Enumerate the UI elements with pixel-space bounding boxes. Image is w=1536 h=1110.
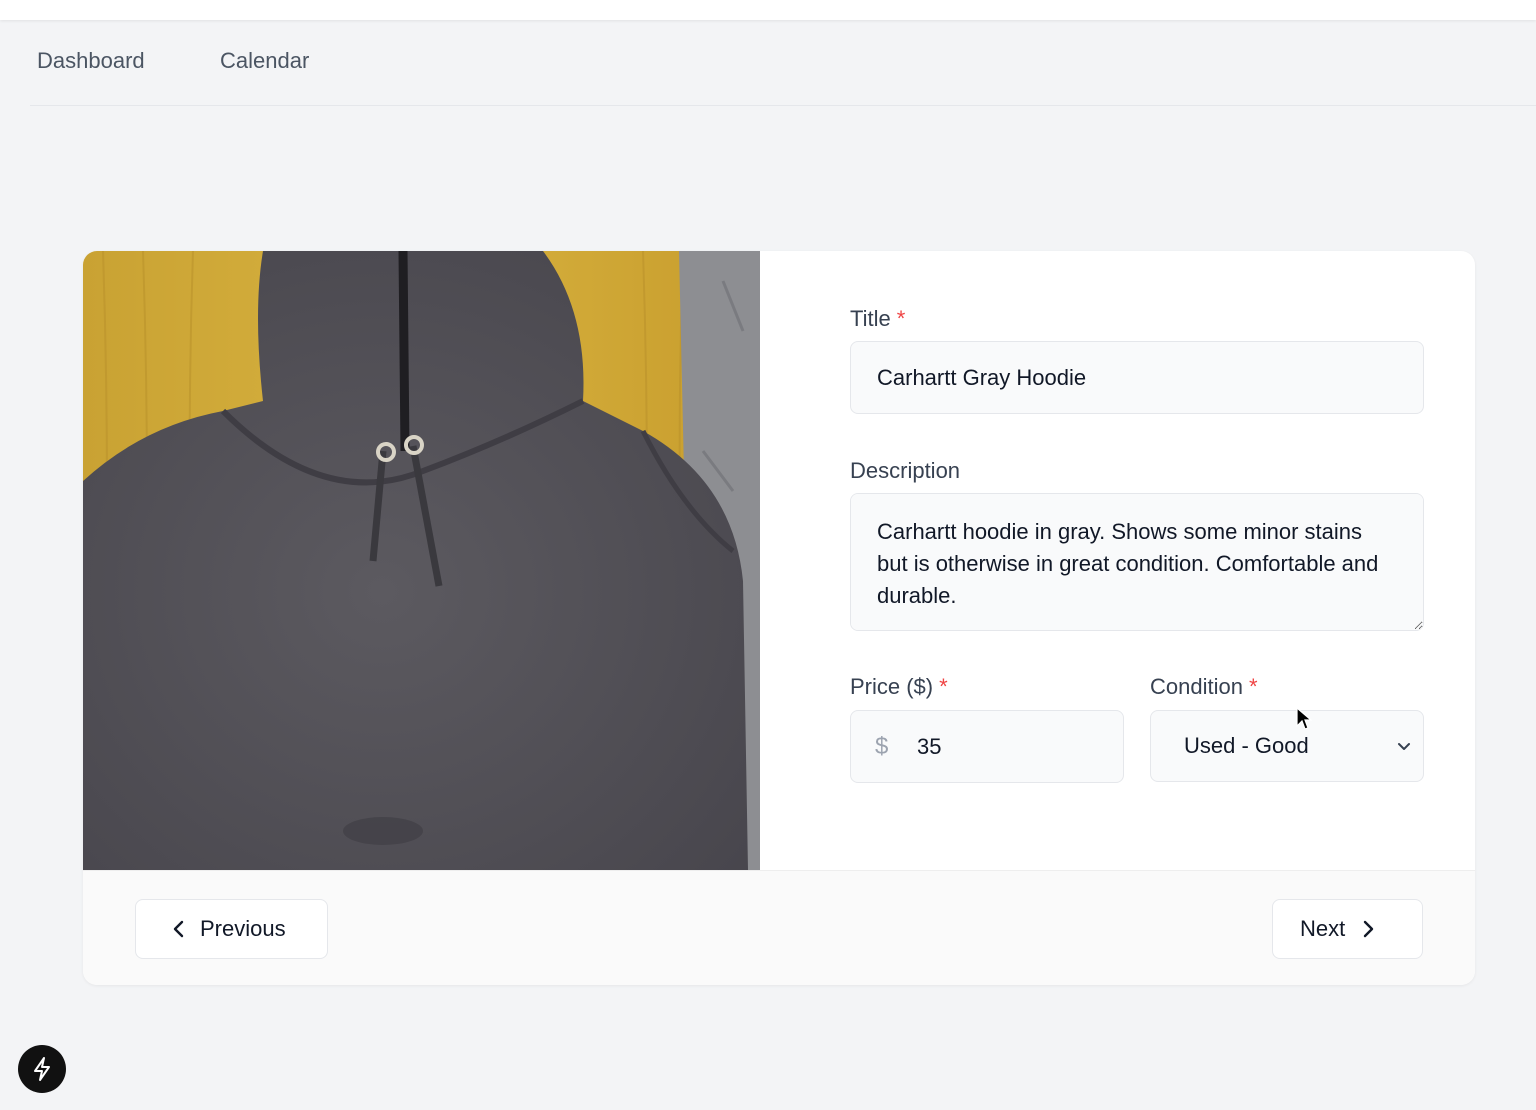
mouse-cursor-icon [1296,707,1312,730]
price-label: Price ($) * [850,674,948,699]
next-label: Next [1300,916,1346,941]
dollar-icon: $ [875,733,889,760]
description-textarea[interactable]: Carhartt hoodie in gray. Shows some mino… [850,493,1424,631]
previous-label: Previous [200,916,286,941]
listing-card: Title* Description Carhartt hoodie in gr… [83,251,1475,985]
nav-calendar[interactable]: Calendar [220,48,309,74]
listing-form: Title* Description Carhartt hoodie in gr… [760,251,1475,870]
lightning-bolt-icon [34,1057,50,1081]
nav-dashboard[interactable]: Dashboard [37,48,145,74]
assistant-button[interactable] [18,1045,66,1093]
condition-value: Used - Good [1184,733,1309,758]
title-label: Title * [850,306,906,331]
chevron-down-icon [1398,743,1410,750]
title-input[interactable] [850,341,1424,414]
description-label: Description [850,458,961,483]
price-input[interactable] [917,711,1117,782]
chevron-right-icon [1364,920,1374,938]
condition-label: Condition * [1150,674,1258,699]
top-nav: Dashboard Calendar [30,20,1536,106]
price-field: $ [850,710,1124,783]
top-bar [0,0,1536,20]
required-marker: * [1248,674,1258,699]
previous-button[interactable]: Previous [135,899,328,959]
next-button[interactable]: Next [1272,899,1423,959]
chevron-left-icon [173,920,184,938]
card-footer: Previous Next [83,870,1475,985]
required-marker: * [939,674,948,699]
item-photo [83,251,760,870]
required-marker: * [896,306,906,331]
condition-select[interactable]: Used - Good [1150,710,1424,782]
